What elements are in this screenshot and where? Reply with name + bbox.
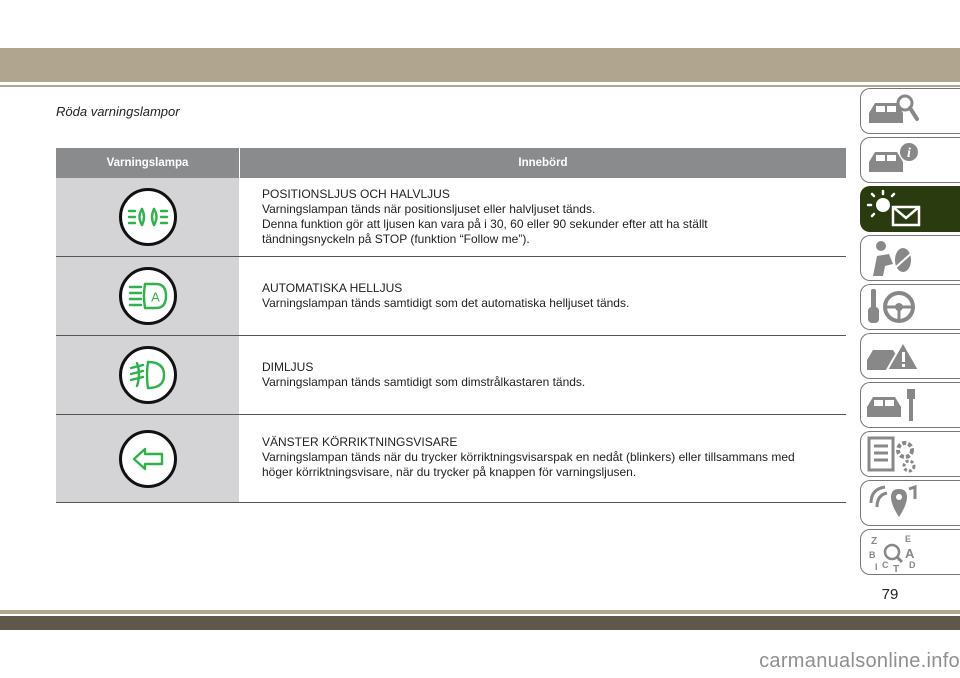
svg-text:C: C bbox=[882, 560, 889, 570]
svg-text:T: T bbox=[893, 564, 899, 572]
table-row: VÄNSTER KÖRRIKTNINGSVISARE Varningslampa… bbox=[56, 415, 846, 503]
tab-car-info[interactable]: i bbox=[860, 137, 960, 183]
tab-starting-driving[interactable] bbox=[860, 284, 960, 330]
row-text: tändningsnyckeln på STOP (funktion “Foll… bbox=[262, 232, 530, 246]
row-text: Denna funktion gör att ljusen kan vara p… bbox=[262, 217, 708, 231]
header-warning-light: Varningslampa bbox=[56, 148, 239, 178]
page-number: 79 bbox=[881, 586, 899, 603]
warning-light-envelope-icon bbox=[866, 189, 921, 227]
svg-text:B: B bbox=[869, 550, 876, 560]
table-row: DIMLJUS Varningslampan tänds samtidigt s… bbox=[56, 336, 846, 415]
left-turn-signal-icon bbox=[118, 429, 177, 488]
svg-text:E: E bbox=[905, 534, 911, 544]
car-search-icon bbox=[869, 94, 919, 123]
warning-lights-table: Varningslampa Innebörd POSITIONSLJUS OCH… bbox=[56, 148, 846, 503]
car-wrench-icon bbox=[867, 389, 915, 421]
position-lights-icon bbox=[118, 188, 177, 246]
row-title: POSITIONSLJUS OCH HALVLJUS bbox=[262, 187, 450, 201]
tab-maintenance[interactable] bbox=[860, 382, 960, 428]
fog-light-icon bbox=[118, 346, 177, 404]
svg-text:i: i bbox=[907, 146, 911, 161]
tab-multimedia[interactable] bbox=[860, 480, 960, 526]
bottom-band bbox=[0, 610, 960, 614]
tab-emergency[interactable] bbox=[860, 333, 960, 379]
row-text: Varningslampan tänds samtidigt som det a… bbox=[262, 296, 630, 310]
airbag-person-icon bbox=[873, 241, 916, 276]
auto-high-beam-icon: A bbox=[118, 267, 177, 325]
table-row: A AUTOMATISKA HELLJUS Varningslampan tän… bbox=[56, 257, 846, 336]
svg-text:A: A bbox=[905, 546, 915, 561]
svg-text:I: I bbox=[875, 562, 878, 572]
tab-warning-lights[interactable] bbox=[860, 186, 960, 232]
svg-text:A: A bbox=[151, 290, 160, 305]
row-text: höger körriktningsvisare, när du trycker… bbox=[262, 465, 637, 479]
top-band bbox=[0, 48, 960, 82]
bottom-band-dark bbox=[0, 616, 960, 630]
row-description: VÄNSTER KÖRRIKTNINGSVISARE Varningslampa… bbox=[240, 415, 846, 502]
svg-text:Z: Z bbox=[871, 536, 877, 547]
row-description: AUTOMATISKA HELLJUS Varningslampan tänds… bbox=[240, 257, 846, 335]
key-steering-wheel-icon bbox=[868, 289, 915, 323]
tab-car-search[interactable] bbox=[860, 88, 960, 134]
row-description: POSITIONSLJUS OCH HALVLJUS Varningslampa… bbox=[240, 178, 846, 256]
section-title: Röda varningslampor bbox=[56, 104, 180, 119]
table-row: POSITIONSLJUS OCH HALVLJUS Varningslampa… bbox=[56, 178, 846, 257]
alphabet-index-icon: Z E B A I C T D bbox=[869, 534, 916, 572]
top-divider bbox=[0, 85, 960, 87]
header-meaning: Innebörd bbox=[240, 148, 846, 178]
music-navigation-icon bbox=[869, 484, 917, 517]
row-title: DIMLJUS bbox=[262, 360, 314, 374]
row-title: AUTOMATISKA HELLJUS bbox=[262, 281, 403, 295]
svg-text:D: D bbox=[909, 560, 916, 570]
row-text: Varningslampan tänds när positionsljuset… bbox=[262, 202, 596, 216]
watermark: carmanualsonline.info bbox=[759, 650, 960, 672]
tab-technical-data[interactable] bbox=[860, 431, 960, 477]
car-info-icon: i bbox=[869, 143, 918, 172]
row-text: Varningslampan tänds samtidigt som dimst… bbox=[262, 375, 586, 389]
row-text: Varningslampan tänds när du trycker körr… bbox=[262, 450, 795, 464]
tab-safety[interactable] bbox=[860, 235, 960, 281]
specs-gear-icon bbox=[867, 436, 916, 473]
row-title: VÄNSTER KÖRRIKTNINGSVISARE bbox=[262, 435, 458, 449]
row-description: DIMLJUS Varningslampan tänds samtidigt s… bbox=[240, 336, 846, 414]
car-warning-icon bbox=[867, 339, 921, 371]
tab-index[interactable]: Z E B A I C T D bbox=[860, 529, 960, 575]
table-header: Varningslampa Innebörd bbox=[56, 148, 846, 178]
